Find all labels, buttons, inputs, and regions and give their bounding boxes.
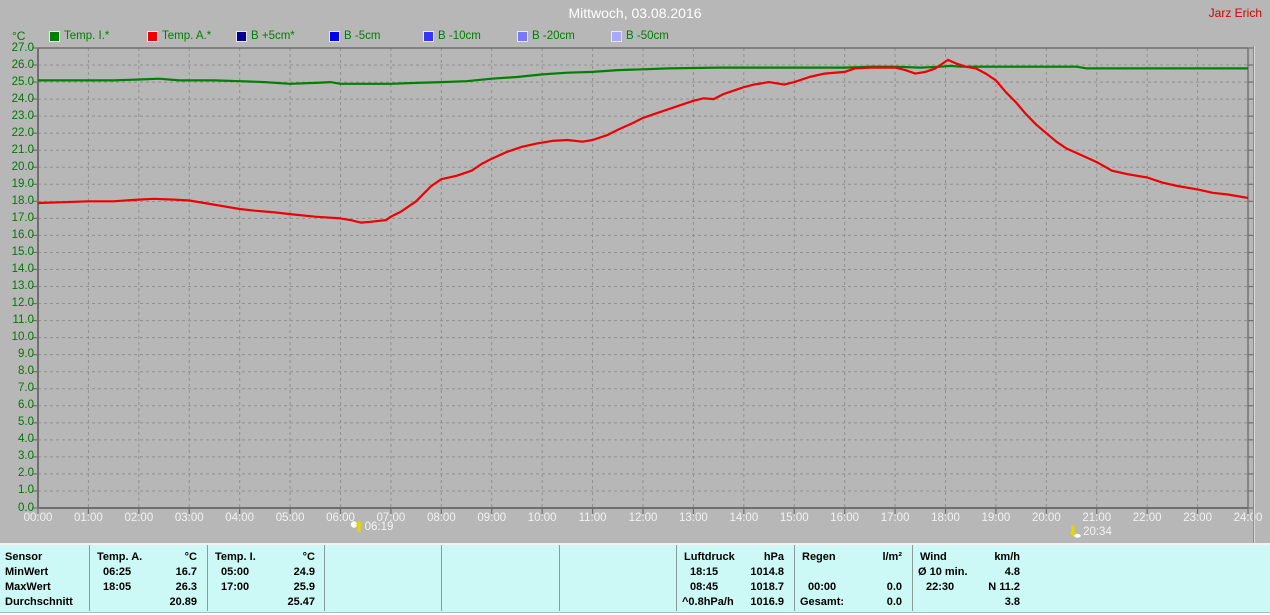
y-tick-label: 20.0 [11,160,34,173]
y-tick-label: 15.0 [11,245,34,258]
y-tick-label: 14.0 [11,262,34,275]
stats-col-unit: l/m² [882,551,902,563]
stats-value-cell: 25.9 [293,581,315,593]
y-tick-label: 16.0 [11,228,34,241]
x-tick-label: 20:00 [1031,512,1061,524]
panel-border [1253,46,1254,543]
stats-value-cell: 4.8 [1004,566,1020,578]
y-tick-label: 23.0 [11,109,34,122]
stats-value-cell: 3.8 [1004,596,1020,608]
stats-col-unit: °C [184,551,197,563]
x-tick-label: 02:00 [124,512,154,524]
x-tick-label: 03:00 [174,512,204,524]
x-tick-label: 11:00 [578,512,607,524]
sunset-marker: 20:34 [1068,525,1112,538]
column-divider [324,545,325,611]
stats-row-label: MinWert [5,566,49,578]
x-tick-label: 01:00 [74,512,103,524]
x-tick-label: 08:00 [426,512,456,524]
stats-row-label: Sensor [5,551,43,563]
y-tick-label: 7.0 [18,382,34,395]
y-tick-label: 24.0 [11,92,34,105]
y-tick-label: 3.0 [18,450,34,463]
sun-time-label: 20:34 [1083,525,1112,538]
y-tick-label: 17.0 [11,211,34,224]
y-tick-label: 12.0 [11,297,34,310]
x-tick-label: 17:00 [880,512,910,524]
stats-value-cell: 1016.9 [750,596,784,608]
weather-app-window: Mittwoch, 03.08.2016 Jarz Erich °C Temp.… [0,0,1270,615]
y-tick-label: 26.0 [11,58,34,71]
y-tick-label: 19.0 [11,177,34,190]
x-tick-label: 05:00 [275,512,305,524]
chart-plot [32,47,1254,514]
x-tick-label: 21:00 [1082,512,1112,524]
y-tick-label: 2.0 [18,467,34,480]
x-tick-label: 22:00 [1132,512,1162,524]
x-tick-label: 12:00 [628,512,658,524]
column-divider [676,545,677,611]
stats-value-cell: 20.89 [169,596,197,608]
x-tick-label: 23:00 [1183,512,1212,524]
stats-value-cell: 1018.7 [750,581,784,593]
sun-time-label: 06:19 [364,520,394,533]
x-tick-label: 10:00 [527,512,557,524]
y-tick-label: 10.0 [11,331,34,344]
stats-col-unit: km/h [994,551,1020,563]
x-tick-label: 14:00 [729,512,759,524]
y-tick-label: 4.0 [18,433,34,446]
y-tick-label: 1.0 [18,484,34,497]
stats-value-cell: 16.7 [175,566,197,578]
y-tick-label: 18.0 [11,194,34,207]
y-tick-label: 25.0 [11,75,34,88]
stats-row-label: Durchschnitt [5,596,73,608]
x-tick-label: 04:00 [225,512,255,524]
stats-value-cell: 25.47 [287,596,315,608]
stats-value-cell: 26.3 [175,581,197,593]
column-divider [441,545,442,611]
sunset-icon [1069,525,1081,538]
column-divider [207,545,208,611]
x-tick-label: 13:00 [679,512,708,524]
y-tick-label: 21.0 [11,143,34,156]
stats-col-unit: °C [302,551,315,563]
column-divider [89,545,90,611]
stats-value-cell: 0.0 [886,581,902,593]
y-tick-label: 13.0 [11,280,34,293]
stats-value-cell: 0.0 [886,596,902,608]
sunrise-marker: 06:19 [350,520,394,533]
y-tick-label: 22.0 [11,126,34,139]
x-tick-label: 16:00 [830,512,860,524]
stats-value-cell: 1014.8 [750,566,784,578]
y-tick-label: 9.0 [18,348,34,361]
x-tick-label: 24:00 [1233,512,1263,524]
x-tick-label: 19:00 [981,512,1011,524]
column-divider [912,545,913,611]
stats-value-cell: 24.9 [293,566,315,578]
column-divider [794,545,795,611]
y-tick-label: 27.0 [11,41,34,54]
x-tick-label: 18:00 [931,512,960,524]
y-tick-label: 5.0 [18,416,34,429]
stats-value-cell: N 11.2 [988,581,1020,593]
x-tick-label: 15:00 [779,512,809,524]
column-divider [559,545,560,611]
y-tick-label: 11.0 [12,314,34,327]
x-tick-label: 00:00 [23,512,53,524]
stats-col-unit: hPa [763,551,784,563]
stats-row-label: MaxWert [5,581,51,593]
y-tick-label: 8.0 [18,365,34,378]
y-tick-label: 6.0 [18,399,34,412]
x-tick-label: 09:00 [477,512,507,524]
sunrise-icon [350,520,363,532]
